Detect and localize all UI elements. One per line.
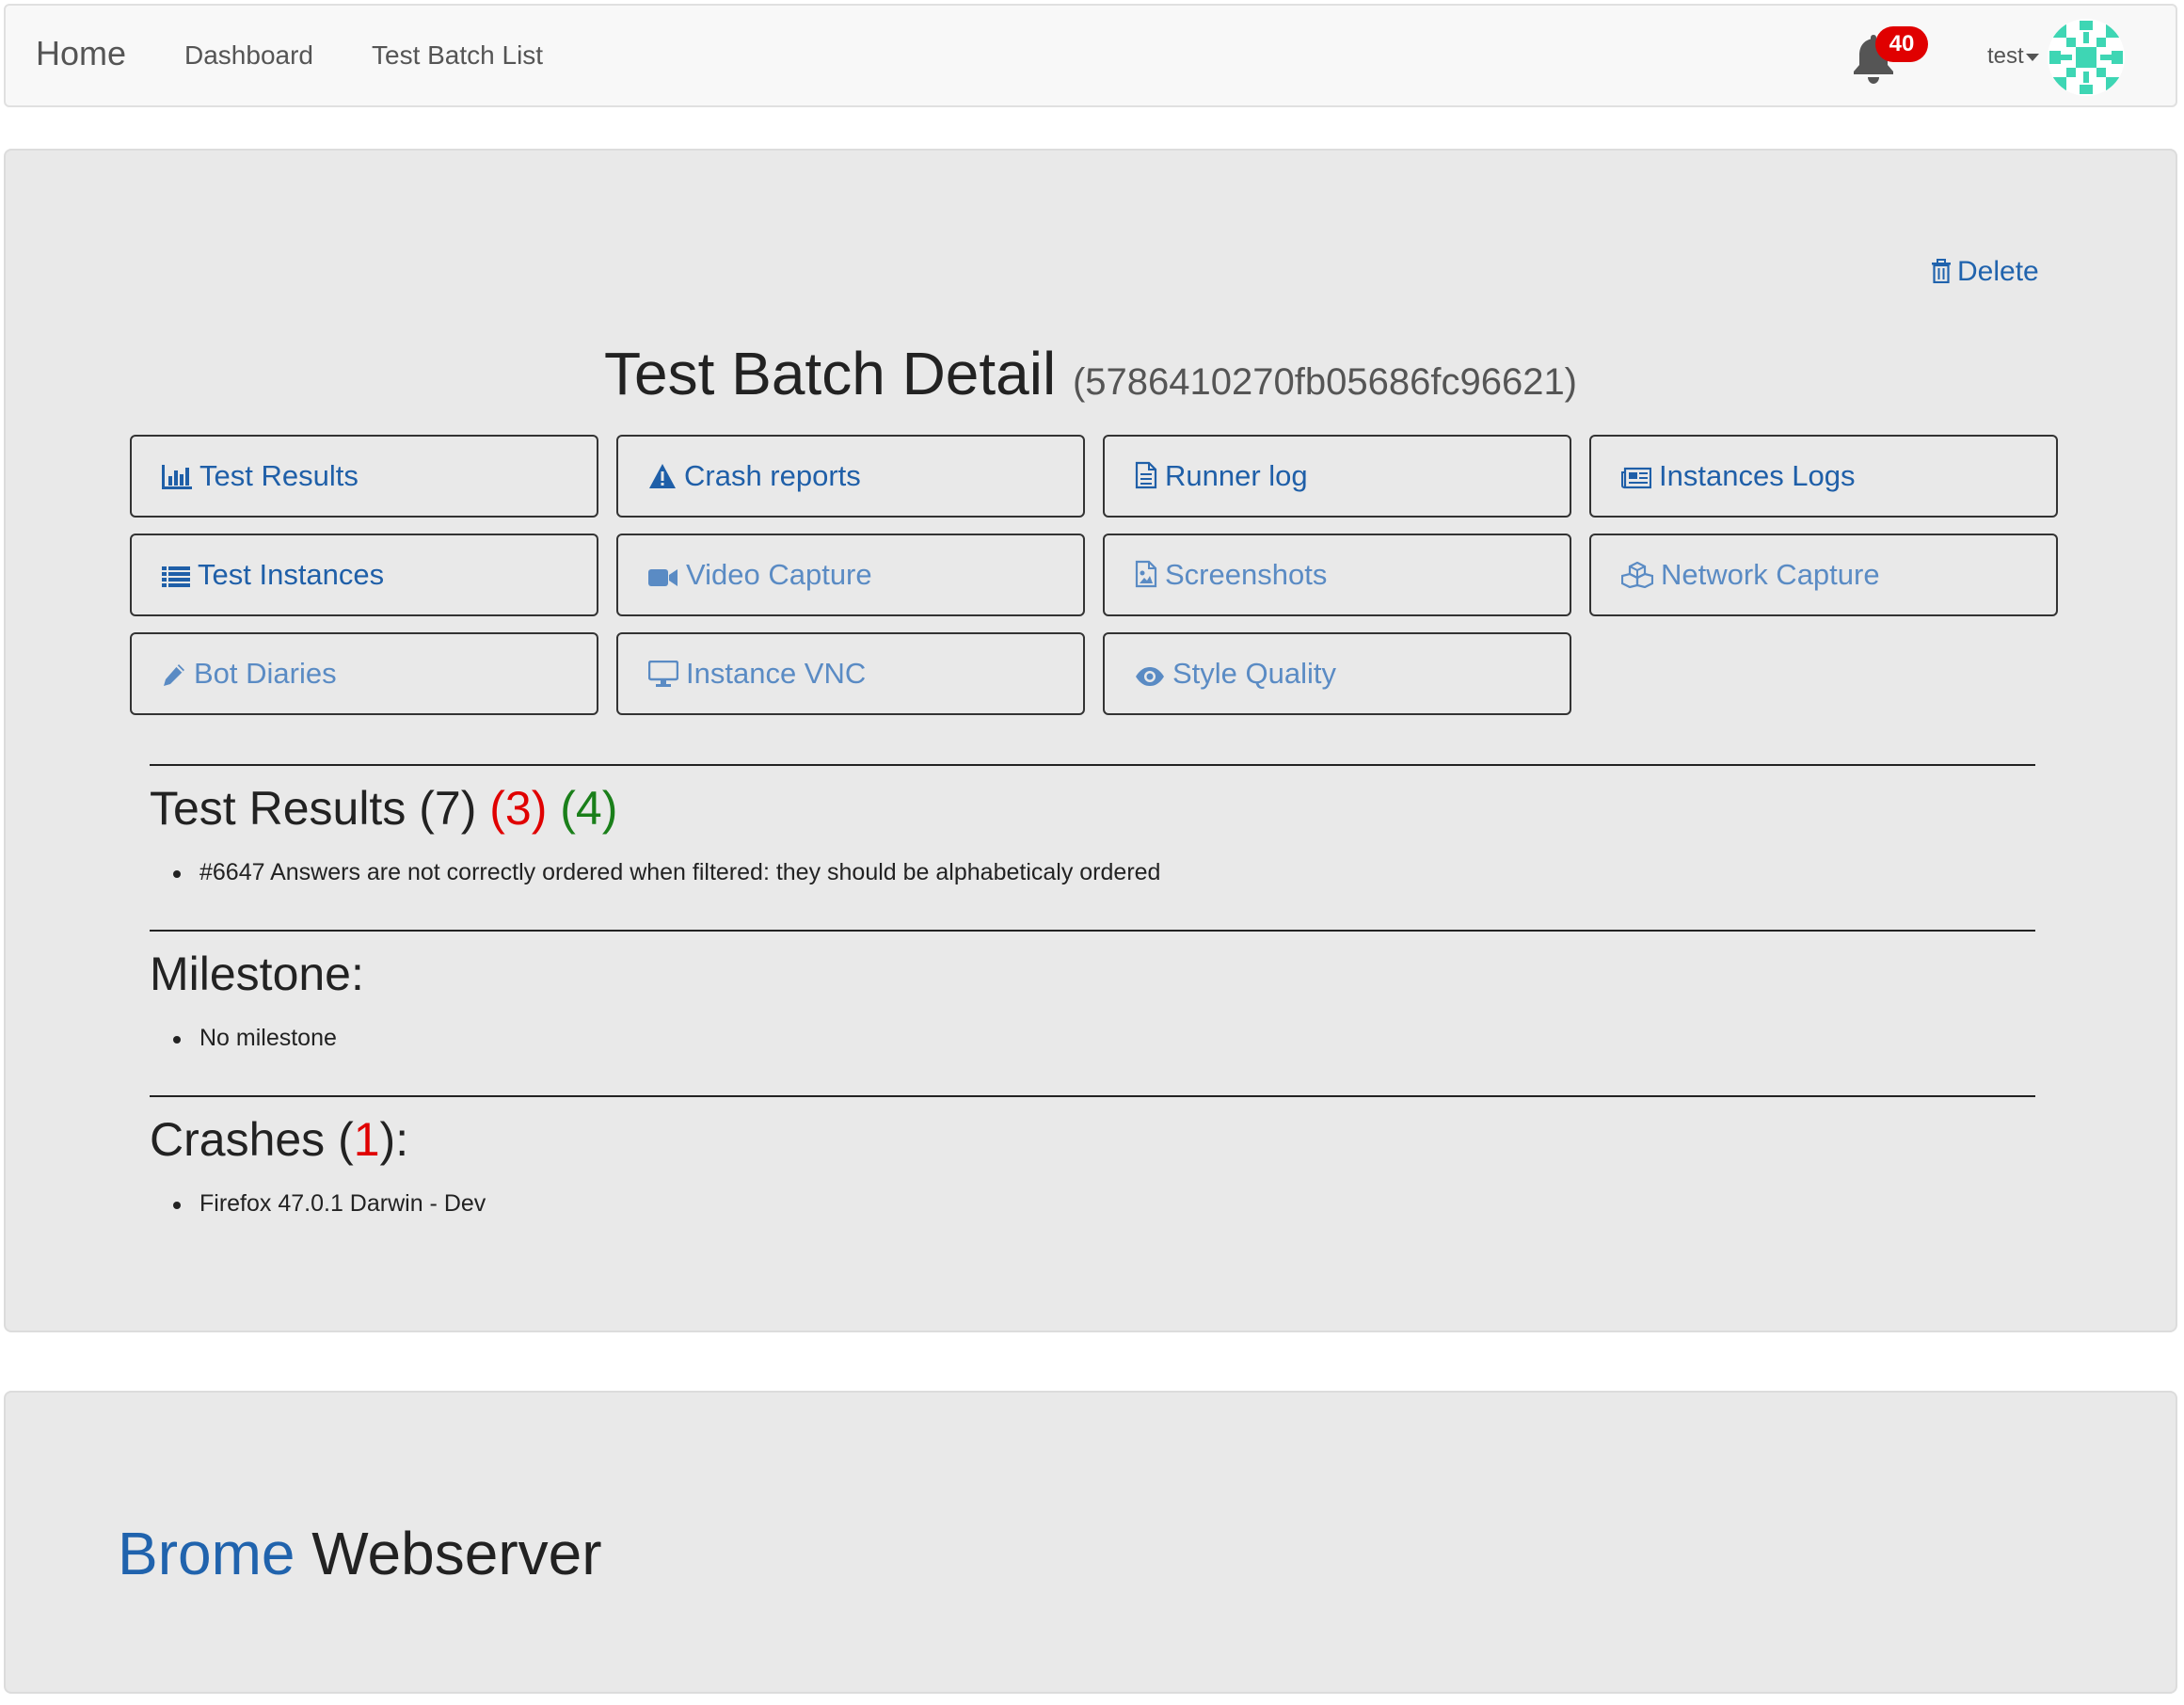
page-title-text: Test Batch Detail: [603, 340, 1057, 407]
crash-item[interactable]: Firefox 47.0.1 Darwin - Dev: [172, 1190, 486, 1218]
milestone-item: No milestone: [173, 1025, 337, 1051]
style-quality-button[interactable]: Style Quality: [1103, 632, 1571, 715]
caret-down-icon: [2025, 53, 2039, 61]
test-results-passed-count: (4): [560, 782, 618, 835]
instances-logs-label: Instances Logs: [1659, 459, 1856, 492]
user-menu-toggle[interactable]: test: [1987, 43, 2039, 70]
test-batch-panel: Delete Test Batch Detail (5786410270fb05…: [4, 149, 2177, 1332]
screenshots-button[interactable]: Screenshots: [1103, 534, 1571, 616]
video-capture-label: Video Capture: [686, 558, 872, 591]
delete-label: Delete: [1957, 256, 2039, 287]
divider: [150, 1095, 2035, 1097]
runner-log-button[interactable]: Runner log: [1103, 435, 1571, 518]
desktop-icon: [648, 661, 678, 687]
footer-brand: Brome: [118, 1520, 295, 1587]
divider: [150, 764, 2035, 766]
divider: [150, 930, 2035, 932]
video-camera-icon: [648, 569, 678, 586]
runner-log-label: Runner log: [1165, 459, 1308, 492]
nav-dashboard-link[interactable]: Dashboard: [184, 40, 313, 71]
screenshots-label: Screenshots: [1165, 558, 1328, 591]
crash-reports-label: Crash reports: [684, 459, 861, 492]
test-results-heading: Test Results (7) (3) (4): [150, 781, 617, 836]
trash-icon: [1932, 259, 1951, 284]
test-instances-button[interactable]: Test Instances: [130, 534, 598, 616]
crashes-heading-prefix: Crashes (: [150, 1113, 354, 1166]
cubes-icon: [1621, 562, 1653, 588]
test-results-total-count: (7): [419, 782, 477, 835]
style-quality-label: Style Quality: [1172, 657, 1337, 690]
crashes-heading: Crashes (1):: [150, 1112, 408, 1167]
crash-reports-button[interactable]: Crash reports: [616, 435, 1085, 518]
footer: Brome Webserver: [4, 1391, 2177, 1694]
footer-title: Brome Webserver: [118, 1519, 602, 1588]
video-capture-button[interactable]: Video Capture: [616, 534, 1085, 616]
list-icon: [162, 566, 190, 587]
test-results-failed-count: (3): [489, 782, 548, 835]
top-navbar: Home Dashboard Test Batch List 40 test: [4, 4, 2177, 107]
test-results-label: Test Results: [199, 459, 359, 492]
nav-home-link[interactable]: Home: [36, 34, 126, 73]
crashes-count: 1: [353, 1113, 380, 1166]
network-capture-button[interactable]: Network Capture: [1589, 534, 2058, 616]
test-results-heading-label: Test Results: [150, 782, 407, 835]
pencil-icon: [164, 664, 184, 686]
test-result-item[interactable]: #6647 Answers are not correctly ordered …: [172, 859, 1160, 886]
user-name: test: [1987, 43, 2024, 69]
nav-test-batch-list-link[interactable]: Test Batch List: [372, 40, 543, 71]
instance-vnc-button[interactable]: Instance VNC: [616, 632, 1085, 715]
crashes-heading-suffix: ):: [379, 1113, 409, 1166]
footer-title-rest: Webserver: [311, 1520, 602, 1587]
instance-vnc-label: Instance VNC: [686, 657, 867, 690]
instances-logs-button[interactable]: Instances Logs: [1589, 435, 2058, 518]
test-instances-label: Test Instances: [198, 558, 385, 591]
test-results-button[interactable]: Test Results: [130, 435, 598, 518]
delete-button[interactable]: Delete: [1931, 256, 2039, 288]
file-icon: [1135, 461, 1157, 489]
newspaper-icon: [1621, 467, 1651, 489]
warning-icon: [649, 464, 676, 488]
page-title: Test Batch Detail (5786410270fb05686fc96…: [6, 339, 2176, 408]
avatar[interactable]: [2048, 19, 2125, 96]
milestone-heading: Milestone:: [150, 948, 364, 1000]
notifications-button[interactable]: 40: [1841, 26, 1935, 92]
eye-icon: [1136, 667, 1164, 686]
bar-chart-icon: [162, 465, 192, 489]
notification-count-badge: 40: [1875, 26, 1928, 62]
image-file-icon: [1135, 560, 1157, 588]
bot-diaries-button[interactable]: Bot Diaries: [130, 632, 598, 715]
bot-diaries-label: Bot Diaries: [194, 657, 337, 690]
network-capture-label: Network Capture: [1661, 558, 1880, 591]
batch-id: (5786410270fb05686fc96621): [1072, 361, 1578, 403]
